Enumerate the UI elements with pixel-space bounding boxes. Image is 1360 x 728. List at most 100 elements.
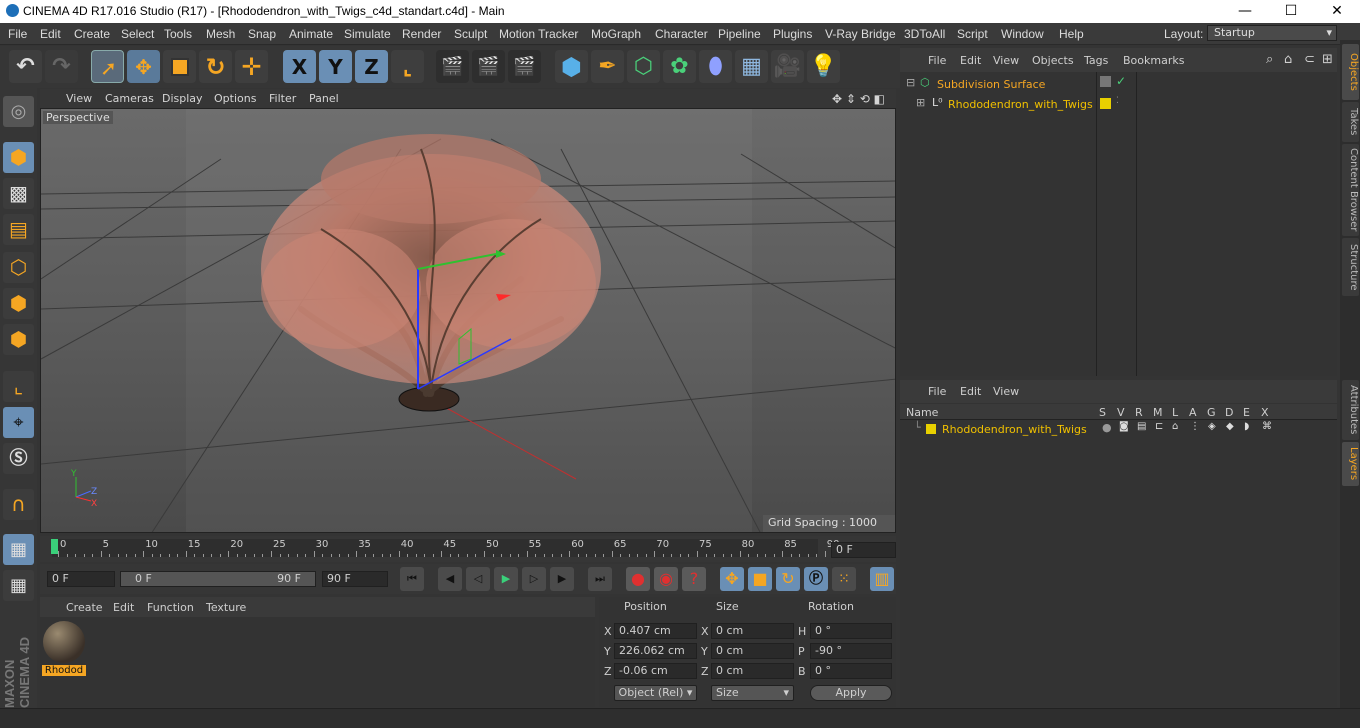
- close-button[interactable]: ✕: [1314, 0, 1360, 23]
- size-mode-dropdown[interactable]: Size ▾: [711, 685, 794, 701]
- menu-motion-tracker[interactable]: Motion Tracker: [499, 27, 578, 41]
- menu-window[interactable]: Window: [1001, 27, 1044, 41]
- autokey-button[interactable]: ◉: [654, 567, 678, 591]
- viewport-menu-view[interactable]: View: [66, 92, 92, 105]
- keyframe-selection-button[interactable]: ?: [682, 567, 706, 591]
- visibility-dots-icon[interactable]: ⁚: [1116, 96, 1119, 106]
- menu-pipeline[interactable]: Pipeline: [718, 27, 761, 41]
- viewport-menu-cameras[interactable]: Cameras: [105, 92, 154, 105]
- layer-menu-file[interactable]: File: [928, 385, 946, 398]
- menu-animate[interactable]: Animate: [289, 27, 333, 41]
- layer-menu-view[interactable]: View: [993, 385, 1019, 398]
- playhead[interactable]: [51, 539, 58, 554]
- record-button[interactable]: ●: [626, 567, 650, 591]
- object-row-rhododendron[interactable]: ⊞ L⁰ Rhododendron_with_Twigs ⁚: [900, 94, 1337, 114]
- material-swatch[interactable]: Rhodod: [42, 621, 86, 679]
- texture-mode-button[interactable]: ▩: [3, 178, 34, 209]
- solo-icon[interactable]: ●: [1102, 421, 1112, 434]
- model-mode-button[interactable]: ⬢: [3, 142, 34, 173]
- mat-menu-edit[interactable]: Edit: [113, 601, 134, 614]
- deformer-button[interactable]: ⬮: [699, 50, 732, 83]
- transform-button[interactable]: ✛: [235, 50, 268, 83]
- menu-select[interactable]: Select: [121, 27, 154, 41]
- timeline-window-button[interactable]: ▥: [870, 567, 894, 591]
- subdivision-button[interactable]: ⬡: [627, 50, 660, 83]
- col-m[interactable]: M: [1153, 406, 1163, 419]
- viewport-menu-panel[interactable]: Panel: [309, 92, 339, 105]
- menu-snap[interactable]: Snap: [248, 27, 276, 41]
- workplane-lock-button[interactable]: ▦: [3, 534, 34, 565]
- maximize-button[interactable]: ☐: [1268, 0, 1314, 23]
- expand-icon[interactable]: ⊞: [916, 96, 925, 109]
- tweak-mode-button[interactable]: ⌖: [3, 407, 34, 438]
- viewport-menu-filter[interactable]: Filter: [269, 92, 296, 105]
- obj-menu-view[interactable]: View: [993, 54, 1019, 67]
- menu-help[interactable]: Help: [1059, 27, 1084, 41]
- tab-objects[interactable]: Objects: [1342, 44, 1359, 100]
- pos-x-field[interactable]: 0.407 cm: [614, 623, 697, 639]
- timeline[interactable]: 051015202530354045505560657075808590 0 F: [40, 536, 896, 562]
- previous-frame-button[interactable]: ◁: [466, 567, 490, 591]
- link-icon[interactable]: ⊂: [1304, 52, 1315, 67]
- pos-z-field[interactable]: -0.06 cm: [614, 663, 697, 679]
- render-clapper-icon[interactable]: ▤: [1137, 421, 1146, 432]
- viewport-menu-options[interactable]: Options: [214, 92, 256, 105]
- col-r[interactable]: R: [1135, 406, 1143, 419]
- xref-icon[interactable]: ⌘: [1262, 421, 1272, 432]
- col-e[interactable]: E: [1243, 406, 1250, 419]
- layout-dropdown[interactable]: Startup ▾: [1207, 25, 1337, 41]
- next-frame-button[interactable]: ▷: [522, 567, 546, 591]
- obj-menu-bookmarks[interactable]: Bookmarks: [1123, 54, 1184, 67]
- cloner-button[interactable]: ✿: [663, 50, 696, 83]
- expression-icon[interactable]: ◗: [1244, 421, 1249, 432]
- menu-create[interactable]: Create: [74, 27, 110, 41]
- manager-icon[interactable]: ⊏: [1155, 421, 1163, 432]
- obj-menu-edit[interactable]: Edit: [960, 54, 981, 67]
- size-x-field[interactable]: 0 cm: [711, 623, 794, 639]
- x-axis-button[interactable]: X: [283, 50, 316, 83]
- rot-h-field[interactable]: 0 °: [810, 623, 892, 639]
- home-icon[interactable]: ⌂: [1284, 52, 1292, 67]
- viewport-nav-icons[interactable]: ✥ ⇕ ⟲ ◧: [832, 92, 885, 106]
- coordinate-system-button[interactable]: ⌞: [391, 50, 424, 83]
- rot-p-field[interactable]: -90 °: [810, 643, 892, 659]
- col-v[interactable]: V: [1117, 406, 1125, 419]
- eye-icon[interactable]: ◙: [1119, 421, 1129, 432]
- rotate-button[interactable]: ↻: [199, 50, 232, 83]
- menu-render[interactable]: Render: [402, 27, 441, 41]
- col-x[interactable]: X: [1261, 406, 1269, 419]
- undo-button[interactable]: ↶: [9, 50, 42, 83]
- floor-button[interactable]: ▦: [735, 50, 768, 83]
- key-parameter-button[interactable]: Ⓟ: [804, 567, 828, 591]
- menu-edit[interactable]: Edit: [40, 27, 61, 41]
- menu-3dtoall[interactable]: 3DToAll: [904, 27, 945, 41]
- size-y-field[interactable]: 0 cm: [711, 643, 794, 659]
- mat-menu-create[interactable]: Create: [66, 601, 103, 614]
- col-a[interactable]: A: [1189, 406, 1197, 419]
- pen-button[interactable]: ✒: [591, 50, 624, 83]
- tab-attributes[interactable]: Attributes: [1342, 380, 1359, 440]
- live-select-button[interactable]: ➚: [91, 50, 124, 83]
- points-mode-button[interactable]: ⬡: [3, 252, 34, 283]
- layer-color-swatch[interactable]: [1100, 98, 1111, 109]
- menu-mograph[interactable]: MoGraph: [591, 27, 641, 41]
- animation-icon[interactable]: ⋮: [1190, 421, 1200, 432]
- tab-takes[interactable]: Takes: [1342, 102, 1359, 142]
- render-view-button[interactable]: 🎬: [436, 50, 469, 83]
- next-key-button[interactable]: ▶: [550, 567, 574, 591]
- go-to-end-button[interactable]: ⏭: [588, 567, 612, 591]
- end-frame-field[interactable]: 90 F: [322, 571, 388, 587]
- render-picture-viewer-button[interactable]: 🎬: [472, 50, 505, 83]
- layer-color-swatch[interactable]: [926, 424, 936, 434]
- menu-script[interactable]: Script: [957, 27, 988, 41]
- menu-file[interactable]: File: [8, 27, 27, 41]
- tab-layers[interactable]: Layers: [1342, 442, 1359, 486]
- coordinate-mode-dropdown[interactable]: Object (Rel) ▾: [614, 685, 697, 701]
- minimize-button[interactable]: —: [1222, 0, 1268, 23]
- z-axis-button[interactable]: Z: [355, 50, 388, 83]
- new-window-icon[interactable]: ⊞: [1322, 52, 1333, 67]
- mat-menu-texture[interactable]: Texture: [206, 601, 246, 614]
- cube-button[interactable]: ⬢: [555, 50, 588, 83]
- collapse-icon[interactable]: ⊟: [906, 76, 915, 89]
- menu-tools[interactable]: Tools: [164, 27, 192, 41]
